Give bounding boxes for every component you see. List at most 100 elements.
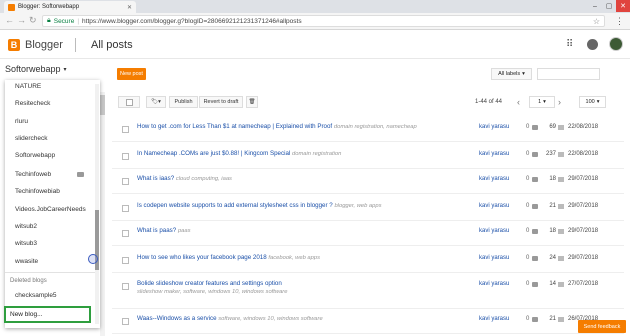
- browser-menu-icon[interactable]: ⋮: [615, 16, 624, 27]
- blog-menu-item[interactable]: witsub3: [15, 240, 37, 247]
- minimize-icon[interactable]: –: [588, 0, 602, 12]
- per-page-value: 100: [585, 99, 595, 105]
- post-author[interactable]: kavi yarasu: [479, 124, 509, 130]
- post-title[interactable]: Is codepen website supports to add exter…: [137, 202, 333, 209]
- account-icon[interactable]: [587, 39, 598, 50]
- close-tab-icon[interactable]: ✕: [127, 4, 132, 11]
- publish-button[interactable]: Publish: [169, 96, 198, 108]
- blog-selector[interactable]: Softorwebapp ▾: [5, 64, 67, 74]
- post-title-line: How to see who likes your facebook page …: [137, 254, 320, 261]
- post-checkbox[interactable]: [122, 318, 129, 325]
- back-icon[interactable]: ←: [5, 15, 14, 25]
- apps-grid-icon[interactable]: ⠿: [566, 39, 573, 50]
- post-labels[interactable]: paas: [178, 228, 191, 234]
- post-title-line: How to get .com for Less Than $1 at name…: [137, 123, 417, 130]
- post-labels[interactable]: domain registration: [292, 151, 341, 157]
- next-page-icon[interactable]: ›: [558, 97, 561, 107]
- forward-icon[interactable]: →: [17, 15, 26, 25]
- post-title-line: Waas--Windows as a service software, win…: [137, 315, 323, 322]
- post-title[interactable]: What is paas?: [137, 227, 176, 234]
- blog-menu-item[interactable]: witsub2: [15, 223, 37, 230]
- post-author[interactable]: kavi yarasu: [479, 176, 509, 182]
- post-checkbox[interactable]: [122, 153, 129, 160]
- post-author[interactable]: kavi yarasu: [479, 203, 509, 209]
- post-comment-count: 0: [526, 176, 530, 182]
- post-title[interactable]: How to get .com for Less Than $1 at name…: [137, 123, 332, 130]
- post-title[interactable]: In Namecheap .COMs are just $0.88! | Kin…: [137, 150, 290, 157]
- post-title[interactable]: Bolide slideshow creator features and se…: [137, 280, 282, 287]
- row-divider: [112, 168, 624, 169]
- maximize-icon[interactable]: ▢: [602, 0, 616, 12]
- new-post-button[interactable]: New post: [117, 68, 146, 80]
- post-author[interactable]: kavi yarasu: [479, 255, 509, 261]
- bookmark-star-icon[interactable]: ☆: [593, 17, 600, 26]
- close-window-icon[interactable]: ✕: [616, 0, 630, 12]
- search-input[interactable]: [537, 68, 600, 80]
- post-checkbox[interactable]: [122, 178, 129, 185]
- blog-menu-item[interactable]: rluru: [15, 118, 28, 125]
- blog-menu-item[interactable]: Videos.JobCareerNeeds: [15, 206, 86, 213]
- avatar[interactable]: [609, 37, 623, 51]
- blog-menu-item[interactable]: Resitecheck: [15, 100, 50, 107]
- blog-menu-item[interactable]: Softorwebapp: [15, 152, 55, 159]
- delete-button[interactable]: 🗑︎: [246, 96, 258, 108]
- post-row[interactable]: Is codepen website supports to add exter…: [112, 202, 624, 218]
- post-checkbox[interactable]: [122, 126, 129, 133]
- url-field[interactable]: 🔒︎ Secure | https://www.blogger.com/blog…: [42, 15, 605, 27]
- page-scrollbar-thumb[interactable]: [100, 95, 105, 115]
- revert-to-draft-button[interactable]: Revert to draft: [199, 96, 243, 108]
- post-checkbox[interactable]: [122, 257, 129, 264]
- select-all-checkbox[interactable]: [118, 96, 140, 108]
- all-labels-select[interactable]: All labels ▾: [491, 68, 532, 80]
- post-checkbox[interactable]: [122, 230, 129, 237]
- post-title-line: What is iaas? cloud computing, iaas: [137, 175, 232, 182]
- blog-menu-item[interactable]: wwasite: [15, 258, 38, 265]
- post-author[interactable]: kavi yarasu: [479, 151, 509, 157]
- post-title[interactable]: How to see who likes your facebook page …: [137, 254, 267, 261]
- blog-menu-item[interactable]: NATURE: [15, 83, 41, 90]
- reload-icon[interactable]: ↻: [29, 15, 37, 26]
- post-row[interactable]: How to see who likes your facebook page …: [112, 254, 624, 270]
- label-menu-button[interactable]: 🏷︎▾: [146, 96, 166, 108]
- post-row[interactable]: How to get .com for Less Than $1 at name…: [112, 123, 624, 139]
- post-title[interactable]: Waas--Windows as a service: [137, 315, 217, 322]
- page-number-select[interactable]: 1 ▾: [529, 96, 555, 108]
- new-blog-item[interactable]: New blog...: [4, 306, 91, 323]
- blogger-logo-icon[interactable]: B: [8, 39, 20, 51]
- menu-scrollbar[interactable]: [95, 84, 99, 324]
- blog-menu-item[interactable]: Techinfoweb: [15, 171, 51, 178]
- post-labels[interactable]: facebook, web apps: [268, 255, 320, 261]
- blog-dropdown-menu: NATURE Resitecheck rluru slidercheck Softorw…: [5, 80, 100, 328]
- app-name[interactable]: Blogger: [25, 39, 63, 51]
- send-feedback-button[interactable]: Send feedback: [578, 320, 626, 333]
- comment-icon: [532, 282, 538, 287]
- post-author[interactable]: kavi yarasu: [479, 281, 509, 287]
- per-page-select[interactable]: 100 ▾: [579, 96, 606, 108]
- prev-page-icon[interactable]: ‹: [517, 97, 520, 107]
- post-labels-secondary[interactable]: slideshow maker, software, windows 10, w…: [137, 289, 287, 295]
- page-scrollbar[interactable]: [100, 92, 105, 336]
- post-title-line: In Namecheap .COMs are just $0.88! | Kin…: [137, 150, 341, 157]
- post-date: 29/07/2018: [568, 203, 599, 209]
- post-labels[interactable]: software, windows 10, windows software: [218, 316, 322, 322]
- blog-menu-item[interactable]: Techinfowebiab: [15, 188, 60, 195]
- post-labels[interactable]: blogger, web apps: [334, 203, 381, 209]
- label-tag-icon: 🏷︎▾: [151, 99, 161, 105]
- post-checkbox[interactable]: [122, 205, 129, 212]
- post-row[interactable]: Waas--Windows as a service software, win…: [112, 315, 624, 331]
- post-labels[interactable]: cloud computing, iaas: [176, 176, 232, 182]
- post-author[interactable]: kavi yarasu: [479, 228, 509, 234]
- post-title[interactable]: What is iaas?: [137, 175, 174, 182]
- blog-menu-item[interactable]: slidercheck: [15, 135, 48, 142]
- post-row[interactable]: What is paas? paas kavi yarasu 0 18 29/07/20…: [112, 227, 624, 243]
- post-author[interactable]: kavi yarasu: [479, 316, 509, 322]
- blog-menu-item-deleted[interactable]: checksample5: [15, 292, 57, 299]
- post-row[interactable]: In Namecheap .COMs are just $0.88! | Kin…: [112, 150, 624, 166]
- post-row[interactable]: What is iaas? cloud computing, iaas kavi …: [112, 175, 624, 191]
- post-row[interactable]: Bolide slideshow creator features and se…: [112, 280, 624, 296]
- post-labels[interactable]: domain registration, namecheap: [334, 124, 417, 130]
- browser-tab[interactable]: Blogger: Softorwebapp ✕: [4, 1, 136, 13]
- post-checkbox[interactable]: [122, 283, 129, 290]
- comment-icon: [532, 229, 538, 234]
- views-icon: [558, 229, 564, 234]
